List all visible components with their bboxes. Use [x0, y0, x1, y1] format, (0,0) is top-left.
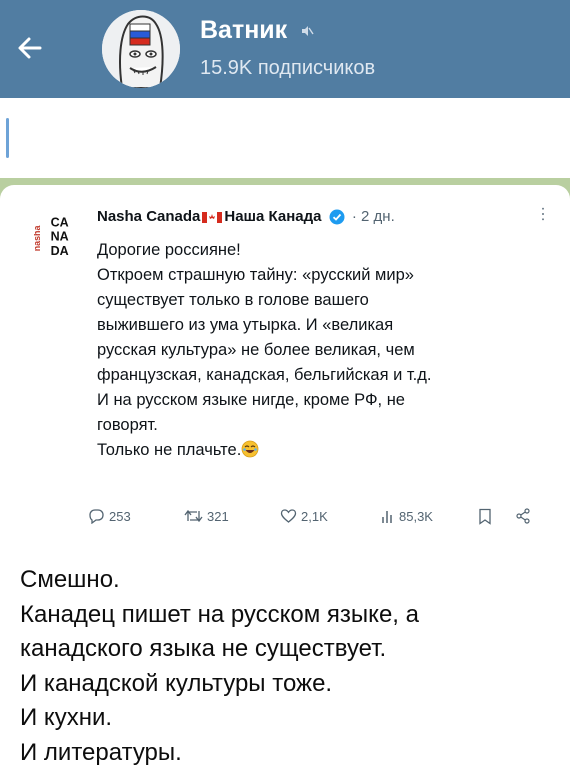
tweet-line: говорят. [97, 413, 542, 438]
bookmark-icon [478, 508, 492, 525]
more-icon[interactable]: ⋯ [533, 206, 552, 222]
tweet-line: существует только в голове вашего [97, 288, 542, 313]
logo-nasha: nasha [34, 224, 42, 251]
channel-name: Ватник [200, 16, 287, 44]
like-action[interactable]: 2,1K [280, 508, 328, 524]
tweet-line: Дорогие россияне! [97, 238, 542, 263]
canada-flag-icon [202, 212, 222, 223]
views-count: 85,3K [399, 509, 433, 524]
tweet-line: Откроем страшную тайну: «русский мир» [97, 263, 542, 288]
caption-line: И литературы. [20, 736, 560, 770]
views-action[interactable]: 85,3K [381, 508, 433, 524]
caption-line: Канадец пишет на русском языке, а [20, 598, 560, 633]
repost-count: 321 [207, 509, 229, 524]
tweet-line: русская культура» не более великая, чем [97, 338, 542, 363]
logo-da: DA [51, 244, 69, 258]
rofl-emoji [241, 440, 259, 458]
verified-icon [329, 209, 345, 225]
tweet-line-last: Только не плачьте. [97, 438, 542, 463]
tweet-action-bar: 253 321 2,1K 85,3K [88, 508, 548, 532]
reply-count: 253 [109, 509, 131, 524]
nasha-canada-logo: nasha CA NA DA [34, 212, 78, 262]
share-icon [515, 508, 531, 524]
pinned-message-strip[interactable] [0, 98, 570, 179]
caption-line: Смешно. [20, 563, 560, 598]
reply-icon [88, 508, 105, 524]
channel-title: Ватник [200, 16, 314, 45]
tweet-line: выжившего из ума утырка. И «великая [97, 313, 542, 338]
tweet-text: Дорогие россияне! Откроем страшную тайну… [97, 238, 542, 463]
caption-line: И кухни. [20, 701, 560, 736]
caption-line: И канадской культуры тоже. [20, 667, 560, 702]
like-count: 2,1K [301, 509, 328, 524]
repost-action[interactable]: 321 [184, 508, 229, 524]
tweet-author[interactable]: Nasha Canada Наша Канада · 2 дн. [97, 208, 395, 225]
tweet-line: И на русском языке нигде, кроме РФ, не [97, 388, 542, 413]
back-arrow-icon[interactable] [10, 28, 50, 68]
caption-line: канадского языка не существует. [20, 632, 560, 667]
message-caption: Смешно. Канадец пишет на русском языке, … [20, 563, 560, 770]
tweet-age: · 2 дн. [352, 208, 395, 225]
muted-icon [300, 24, 314, 38]
logo-ca: CA [51, 215, 69, 229]
author-name-latin: Nasha Canada [97, 208, 200, 225]
subscriber-count: 15.9K подписчиков [200, 57, 375, 80]
channel-header: Ватник 15.9K подписчиков [0, 0, 570, 98]
like-icon [280, 508, 297, 524]
channel-avatar[interactable] [102, 10, 180, 88]
pinned-indicator [6, 118, 9, 158]
author-name-cyrillic: Наша Канада [224, 208, 321, 225]
avatar-icon [102, 10, 180, 88]
reply-action[interactable]: 253 [88, 508, 131, 524]
tweet-line: французская, канадская, бельгийская и т.… [97, 363, 542, 388]
repost-icon [184, 508, 203, 524]
logo-na: NA [51, 230, 69, 244]
tweet-line-text: Только не плачьте. [97, 441, 241, 459]
views-icon [381, 508, 395, 524]
share-action[interactable] [515, 508, 531, 524]
bookmark-action[interactable] [478, 508, 492, 525]
